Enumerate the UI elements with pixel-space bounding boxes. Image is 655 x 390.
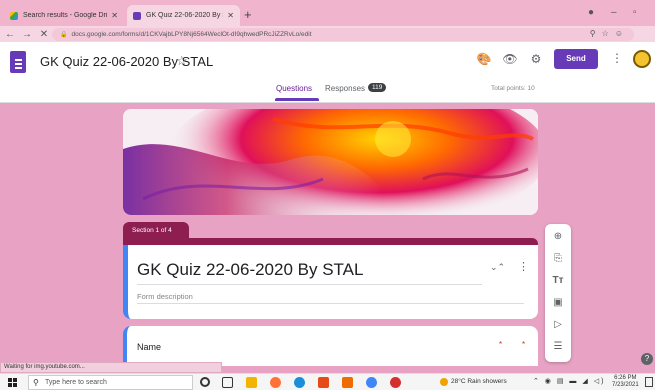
bookmark-star-icon[interactable]: ☆ (602, 29, 615, 38)
taskbar-search-placeholder: Type here to search (45, 379, 107, 386)
weather-icon[interactable] (440, 378, 448, 386)
close-icon[interactable]: ✕ (227, 11, 234, 20)
star-icon[interactable]: ☆ (176, 53, 188, 69)
add-image-icon[interactable]: ▣ (545, 297, 571, 308)
collapse-section-icon[interactable]: ⌄⌃ (490, 262, 505, 273)
windows-taskbar: ⚲ Type here to search 28°C Rain showers … (0, 373, 655, 390)
preview-eye-icon[interactable]: 👁 (502, 52, 518, 66)
clock-time: 6:26 PM (614, 375, 637, 381)
weather-text[interactable]: 28°C Rain showers (451, 378, 507, 385)
extensions-icon[interactable]: ☺ (615, 29, 629, 38)
forms-tab-icon (133, 11, 141, 20)
notification-center-icon[interactable] (645, 377, 653, 387)
palette-icon[interactable]: 🎨 (476, 52, 492, 66)
question-toolbar: ⊕ ⎘ Tт ▣ ▷ ☰ (545, 224, 571, 362)
file-explorer-icon[interactable] (246, 377, 257, 388)
forms-header: GK Quiz 22-06-2020 By STAL ☆ 🎨 👁 ⚙ Send … (0, 42, 655, 103)
abstract-paint-image (123, 109, 538, 215)
taskbar-clock[interactable]: 6:26 PM 7/23/2021 (612, 375, 639, 389)
settings-gear-icon[interactable]: ⚙ (528, 52, 544, 66)
form-header-image (123, 109, 538, 215)
task-view-icon[interactable] (222, 377, 233, 388)
divider (137, 284, 482, 285)
close-icon[interactable]: ✕ (111, 11, 118, 20)
total-points: Total points: 10 (491, 85, 535, 92)
form-description-field[interactable]: Form description (137, 292, 193, 301)
tab-questions[interactable]: Questions (276, 84, 312, 93)
question-card[interactable]: Name * * (123, 326, 538, 366)
tab-label: GK Quiz 22-06-2020 By STAL - G (146, 12, 223, 19)
search-icon: ⚲ (33, 378, 39, 387)
vlc-icon[interactable] (342, 377, 353, 388)
more-options-icon[interactable]: ⋮ (611, 51, 623, 65)
lock-icon: 🔒 (60, 32, 68, 38)
back-icon[interactable]: ← (3, 29, 17, 40)
form-title-field[interactable]: GK Quiz 22-06-2020 By STAL (137, 260, 363, 280)
add-title-icon[interactable]: Tт (545, 275, 571, 286)
chrome-icon[interactable] (366, 377, 377, 388)
edge-icon[interactable] (294, 377, 305, 388)
tab-label: Search results - Google Drive (23, 12, 108, 19)
add-question-icon[interactable]: ⊕ (545, 231, 571, 242)
new-tab-button[interactable]: + (244, 7, 252, 22)
clock-date: 7/23/2021 (612, 382, 639, 388)
stop-icon[interactable]: ✕ (37, 29, 51, 40)
send-button[interactable]: Send (554, 49, 598, 69)
add-video-icon[interactable]: ▷ (545, 319, 571, 330)
chrome-app-icon[interactable] (390, 377, 401, 388)
system-tray-icons[interactable]: ⌃ ◉ ▤ ▬ ◢ ◁) (533, 377, 605, 385)
restore-icon[interactable]: ▫ (633, 7, 637, 18)
required-marker: * (522, 340, 526, 349)
tab-responses[interactable]: Responses (325, 84, 365, 93)
question-title[interactable]: Name (137, 342, 161, 352)
office-icon[interactable] (318, 377, 329, 388)
responses-count-badge: 119 (368, 83, 387, 92)
more-options-icon[interactable]: ⋮ (518, 260, 529, 273)
required-marker: * (499, 340, 503, 349)
browser-profile-icon[interactable]: ● (588, 7, 594, 18)
url-field[interactable]: 🔒 docs.google.com/forms/d/1CKVajbLPY8Nj6… (52, 28, 634, 41)
zoom-icon[interactable]: ⚲ (590, 29, 602, 38)
omnibox-actions: ⚲☆☺ (590, 29, 629, 38)
browser-tab-forms[interactable]: GK Quiz 22-06-2020 By STAL - G ✕ (127, 5, 240, 26)
import-questions-icon[interactable]: ⎘ (545, 253, 571, 264)
windows-start-icon[interactable] (8, 378, 17, 387)
google-forms-logo-icon[interactable] (10, 51, 26, 73)
title-card-accent-bar (123, 238, 538, 245)
firefox-icon[interactable] (270, 377, 281, 388)
help-icon[interactable]: ? (641, 353, 653, 365)
add-section-icon[interactable]: ☰ (545, 341, 571, 352)
browser-tab-drive[interactable]: Search results - Google Drive ✕ (4, 5, 124, 26)
browser-status-text: Waiting for img.youtube.com... (0, 362, 222, 373)
forward-icon[interactable]: → (20, 29, 34, 40)
browser-tab-strip: Search results - Google Drive ✕ GK Quiz … (0, 0, 655, 26)
divider (137, 303, 524, 304)
form-title-card[interactable]: GK Quiz 22-06-2020 By STAL Form descript… (123, 245, 538, 319)
taskbar-search-input[interactable]: ⚲ Type here to search (28, 375, 193, 390)
address-bar-row: ← → ✕ 🔒 docs.google.com/forms/d/1CKVajbL… (0, 26, 655, 42)
avatar[interactable] (633, 50, 651, 68)
cortana-icon[interactable] (200, 377, 210, 387)
minimize-icon[interactable]: – (611, 7, 617, 18)
active-tab-indicator (275, 98, 319, 101)
url-text: docs.google.com/forms/d/1CKVajbLPY8Nj656… (71, 31, 312, 38)
google-drive-icon (10, 11, 18, 20)
